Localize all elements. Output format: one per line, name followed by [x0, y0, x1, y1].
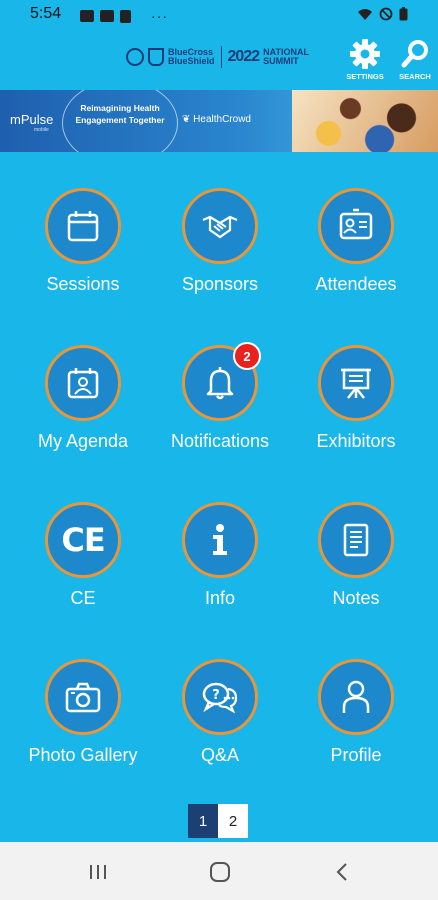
settings-label: SETTINGS: [346, 72, 384, 81]
tile-icon-circle: [182, 502, 258, 578]
calendar-icon: [67, 211, 99, 242]
tile-label: Profile: [330, 745, 382, 765]
mpulse-name: mPulse: [10, 112, 54, 127]
tile-photo-gallery[interactable]: Photo Gallery: [13, 659, 153, 766]
search-button[interactable]: SEARCH: [392, 38, 438, 84]
more-notifications-icon: ···: [151, 8, 168, 24]
tile-icon-circle: [318, 502, 394, 578]
tile-qa[interactable]: ? Q&A: [150, 659, 290, 766]
home-icon: [210, 862, 230, 882]
app-header: BlueCross BlueShield 2022 NATIONAL SUMMI…: [0, 30, 438, 90]
home-button[interactable]: [200, 858, 240, 886]
bluecross-logo-icon: [126, 48, 144, 66]
tile-label: My Agenda: [37, 431, 129, 451]
info-icon: [213, 524, 227, 555]
recent-apps-icon: [90, 865, 106, 879]
brand-summit-line-2: SUMMIT: [263, 56, 299, 66]
tile-icon-circle: [318, 345, 394, 421]
id-card-icon: [339, 208, 373, 240]
tile-icon-circle: CE: [45, 502, 121, 578]
tile-label: CE: [70, 588, 96, 608]
blueshield-logo-icon: [148, 48, 164, 66]
battery-icon: [399, 7, 408, 21]
tile-attendees[interactable]: Attendees: [286, 188, 426, 295]
brand-name: BlueCross BlueShield: [168, 48, 215, 66]
tile-ce[interactable]: CE CE: [13, 502, 153, 609]
event-logo: BlueCross BlueShield 2022 NATIONAL SUMMI…: [126, 46, 309, 68]
agenda-person-icon: [67, 368, 99, 399]
tile-icon-circle: [318, 659, 394, 735]
tile-notifications[interactable]: 2 Notifications: [150, 342, 290, 452]
recent-apps-button[interactable]: [78, 858, 118, 886]
tile-info[interactable]: Info: [150, 502, 290, 609]
back-button[interactable]: [322, 858, 362, 886]
page-1-button[interactable]: 1: [188, 804, 218, 838]
tile-icon-circle: ?: [182, 659, 258, 735]
brand-divider: [220, 46, 222, 68]
tile-icon-circle: [318, 188, 394, 264]
camera-icon: [65, 682, 101, 713]
status-left-icons: ···: [80, 8, 168, 24]
tile-sessions[interactable]: Sessions: [13, 188, 153, 295]
brand-line-2: BlueShield: [168, 56, 215, 66]
brand-year: 2022: [227, 48, 261, 65]
handshake-icon: [202, 215, 238, 239]
ce-text-icon: CE: [61, 521, 105, 559]
notes-icon: [343, 523, 369, 557]
tile-icon-circle: 2: [182, 342, 261, 421]
wifi-icon: [358, 8, 372, 20]
tile-exhibitors[interactable]: Exhibitors: [286, 345, 426, 452]
mpulse-logo: mPulse mobile: [10, 112, 53, 133]
tile-label: Q&A: [200, 745, 239, 765]
tile-icon-circle: [45, 659, 121, 735]
status-bar: 5:54 ···: [0, 0, 438, 30]
tile-label: Sponsors: [181, 274, 259, 294]
sponsor-banner[interactable]: mPulse mobile Reimagining Health Engagem…: [0, 90, 438, 152]
tile-label: Photo Gallery: [28, 745, 138, 765]
svg-text:?: ?: [212, 688, 220, 703]
system-navigation-bar: [0, 842, 438, 900]
tile-icon-circle: [45, 188, 121, 264]
healthcrowd-logo: ❦ HealthCrowd: [182, 114, 251, 125]
youtube-notification-icon: [100, 10, 114, 22]
banner-headline: Reimagining Health Engagement Together: [75, 103, 165, 125]
tile-icon-circle: [182, 188, 258, 264]
tile-profile[interactable]: Profile: [286, 659, 426, 766]
brand-summit: NATIONAL SUMMIT: [263, 48, 309, 66]
status-right-icons: [357, 7, 408, 21]
tile-notes[interactable]: Notes: [286, 502, 426, 609]
page-indicator: 1 2: [188, 804, 248, 838]
tile-sponsors[interactable]: Sponsors: [150, 188, 290, 295]
healthcrowd-leaf-icon: ❦: [182, 114, 194, 125]
person-icon: [342, 680, 370, 713]
presentation-board-icon: [341, 368, 371, 399]
mpulse-sub: mobile: [34, 127, 49, 133]
tile-icon-circle: [45, 345, 121, 421]
tile-label: Notifications: [170, 431, 270, 451]
tile-label: Attendees: [315, 274, 397, 294]
healthcrowd-name: HealthCrowd: [193, 114, 251, 125]
tile-label: Info: [204, 588, 236, 608]
banner-family-photo: [292, 90, 438, 152]
tile-label: Exhibitors: [316, 431, 396, 451]
search-label: SEARCH: [399, 72, 431, 81]
gallery-notification-icon: [80, 10, 94, 22]
settings-button[interactable]: SETTINGS: [342, 38, 388, 84]
shopping-bag-notification-icon: [120, 9, 131, 23]
bell-icon: [206, 367, 234, 400]
back-icon: [336, 863, 347, 881]
do-not-disturb-icon: [379, 7, 393, 21]
notification-count-badge: 2: [233, 342, 261, 370]
page-2-button[interactable]: 2: [218, 804, 248, 838]
tile-label: Notes: [332, 588, 380, 608]
gear-icon: [350, 39, 380, 69]
chat-question-icon: ?: [202, 682, 238, 714]
tile-label: Sessions: [46, 274, 120, 294]
search-icon: [401, 40, 428, 68]
tile-my-agenda[interactable]: My Agenda: [13, 345, 153, 452]
status-time: 5:54: [30, 5, 62, 22]
